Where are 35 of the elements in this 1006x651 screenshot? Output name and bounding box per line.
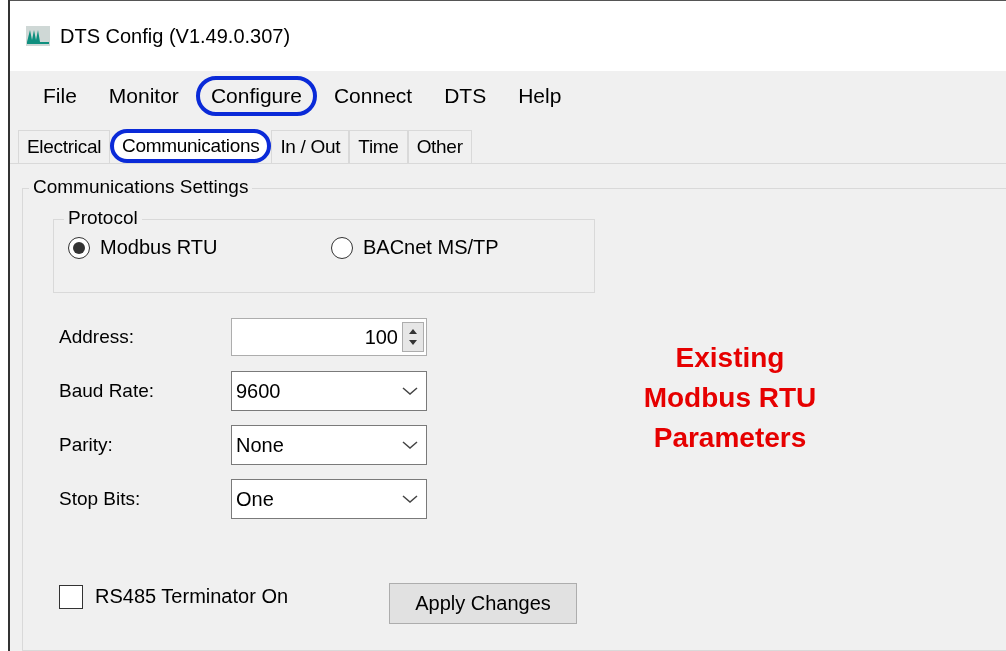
waveform-logo-icon <box>26 26 50 46</box>
menu-item[interactable]: Configure <box>195 76 317 116</box>
radio-label: Modbus RTU <box>100 236 218 259</box>
tab[interactable]: In / Out <box>271 130 350 163</box>
dropdown[interactable]: 9600 <box>231 371 427 411</box>
menu-item[interactable]: Help <box>503 76 577 116</box>
field-label: Parity: <box>59 434 114 456</box>
chevron-down-icon <box>402 440 418 450</box>
annotation-text: Modbus RTU <box>643 382 817 414</box>
chevron-down-icon <box>402 494 418 504</box>
dropdown[interactable]: One <box>231 479 427 519</box>
menu-item[interactable]: DTS <box>429 76 502 116</box>
menu-item[interactable]: Monitor <box>93 76 194 116</box>
number-field[interactable]: 100 <box>231 318 427 356</box>
radio-button[interactable] <box>68 236 90 259</box>
tab[interactable]: Electrical <box>18 130 111 163</box>
checkbox[interactable] <box>59 584 83 609</box>
dropdown[interactable]: None <box>231 425 427 465</box>
field-label: Baud Rate: <box>59 380 156 402</box>
radio-label: BACnet MS/TP <box>363 236 499 259</box>
field-label: Address: <box>59 326 135 348</box>
radio-button[interactable] <box>331 236 353 259</box>
checkbox-label: RS485 Terminator On <box>95 585 289 608</box>
tab[interactable]: Communications <box>110 129 272 163</box>
annotation-text: Parameters <box>653 422 807 454</box>
field-label: Stop Bits: <box>59 488 142 510</box>
tab[interactable]: Time <box>349 130 408 163</box>
menu-item[interactable]: File <box>28 76 92 116</box>
annotation-text: Existing <box>675 342 785 374</box>
tab[interactable]: Other <box>407 130 472 163</box>
menu-item[interactable]: Connect <box>318 76 428 116</box>
apply-changes-button[interactable]: Apply Changes <box>389 583 577 624</box>
chevron-down-icon <box>402 386 418 396</box>
window-title: DTS Config (V1.49.0.307) <box>60 24 291 48</box>
spin-arrows-icon[interactable] <box>402 322 424 352</box>
